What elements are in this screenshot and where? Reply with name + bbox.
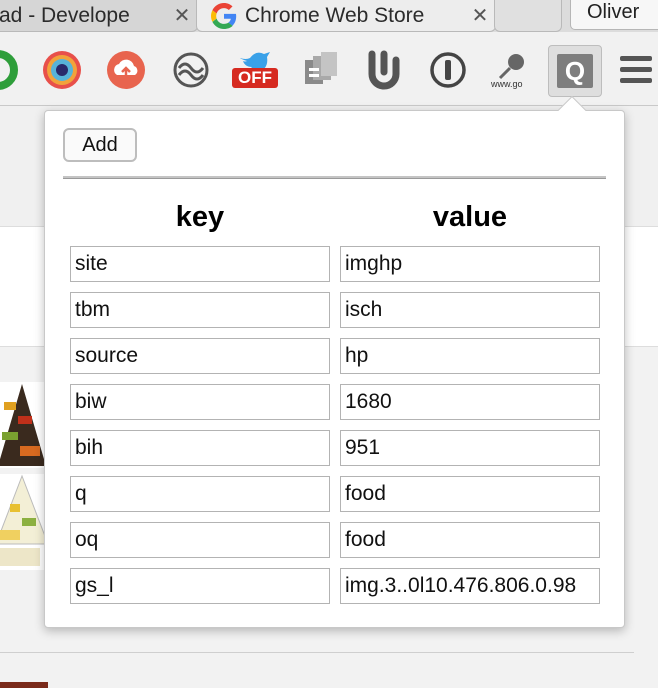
param-row xyxy=(70,292,600,328)
wave-circle-extension-icon[interactable] xyxy=(171,50,211,90)
q-extension-button[interactable]: Q xyxy=(548,45,602,97)
food-pyramid-thumbnail[interactable] xyxy=(0,474,44,570)
value-input[interactable] xyxy=(340,246,600,282)
q-extension-icon: Q xyxy=(557,54,593,88)
page-divider xyxy=(0,652,634,653)
value-input[interactable] xyxy=(340,292,600,328)
key-input[interactable] xyxy=(70,476,330,512)
value-input[interactable] xyxy=(340,430,600,466)
u-letter-extension-icon[interactable] xyxy=(364,50,404,90)
extensions-toolbar: OFF www.go Q xyxy=(0,32,658,106)
profile-button[interactable]: Oliver xyxy=(570,0,658,30)
off-badge: OFF xyxy=(232,68,278,88)
value-input[interactable] xyxy=(340,384,600,420)
key-input[interactable] xyxy=(70,338,330,374)
copy-pages-extension-icon[interactable] xyxy=(301,50,341,90)
param-row xyxy=(70,430,600,466)
query-params-popup: Add key value xyxy=(44,110,625,628)
browser-window: ad - Develope ✕ Chrome Web Store ✕ Olive… xyxy=(0,0,658,688)
value-input[interactable] xyxy=(340,568,600,604)
param-row xyxy=(70,384,600,420)
close-tab-icon[interactable]: ✕ xyxy=(167,3,197,28)
key-input[interactable] xyxy=(70,292,330,328)
value-input[interactable] xyxy=(340,338,600,374)
key-input[interactable] xyxy=(70,430,330,466)
tab-chrome-web-store[interactable]: Chrome Web Store ✕ xyxy=(196,0,496,32)
info-circle-extension-icon[interactable] xyxy=(428,50,468,90)
close-tab-icon[interactable]: ✕ xyxy=(465,3,495,28)
food-pyramid-thumbnail[interactable] xyxy=(0,382,44,468)
key-input[interactable] xyxy=(70,384,330,420)
key-input[interactable] xyxy=(70,522,330,558)
pushpin-caption: www.go xyxy=(490,79,523,89)
eye-extension-icon[interactable] xyxy=(42,50,82,90)
add-button[interactable]: Add xyxy=(63,128,137,162)
param-row xyxy=(70,476,600,512)
param-row xyxy=(70,338,600,374)
key-input[interactable] xyxy=(70,246,330,282)
param-row xyxy=(70,246,600,282)
param-row xyxy=(70,522,600,558)
tab-strip: ad - Develope ✕ Chrome Web Store ✕ Olive… xyxy=(0,0,658,32)
tab-title: ad - Develope xyxy=(0,3,130,27)
cloud-upload-extension-icon[interactable] xyxy=(106,50,146,90)
green-ring-extension-icon[interactable] xyxy=(0,50,18,90)
pushpin-extension-icon[interactable]: www.go xyxy=(490,50,530,90)
param-row xyxy=(70,568,600,604)
chrome-menu-icon[interactable] xyxy=(620,56,652,86)
popup-divider xyxy=(63,176,606,179)
bird-extension-icon[interactable]: OFF xyxy=(232,44,278,88)
value-input[interactable] xyxy=(340,522,600,558)
value-column-header: value xyxy=(432,201,508,233)
value-input[interactable] xyxy=(340,476,600,512)
tab-developer[interactable]: ad - Develope ✕ xyxy=(0,0,198,32)
thumbnail-edge xyxy=(0,682,48,688)
key-input[interactable] xyxy=(70,568,330,604)
google-logo-icon xyxy=(211,2,237,29)
new-tab-button[interactable] xyxy=(494,0,562,32)
key-column-header: key xyxy=(175,201,225,233)
tab-title: Chrome Web Store xyxy=(245,3,425,27)
